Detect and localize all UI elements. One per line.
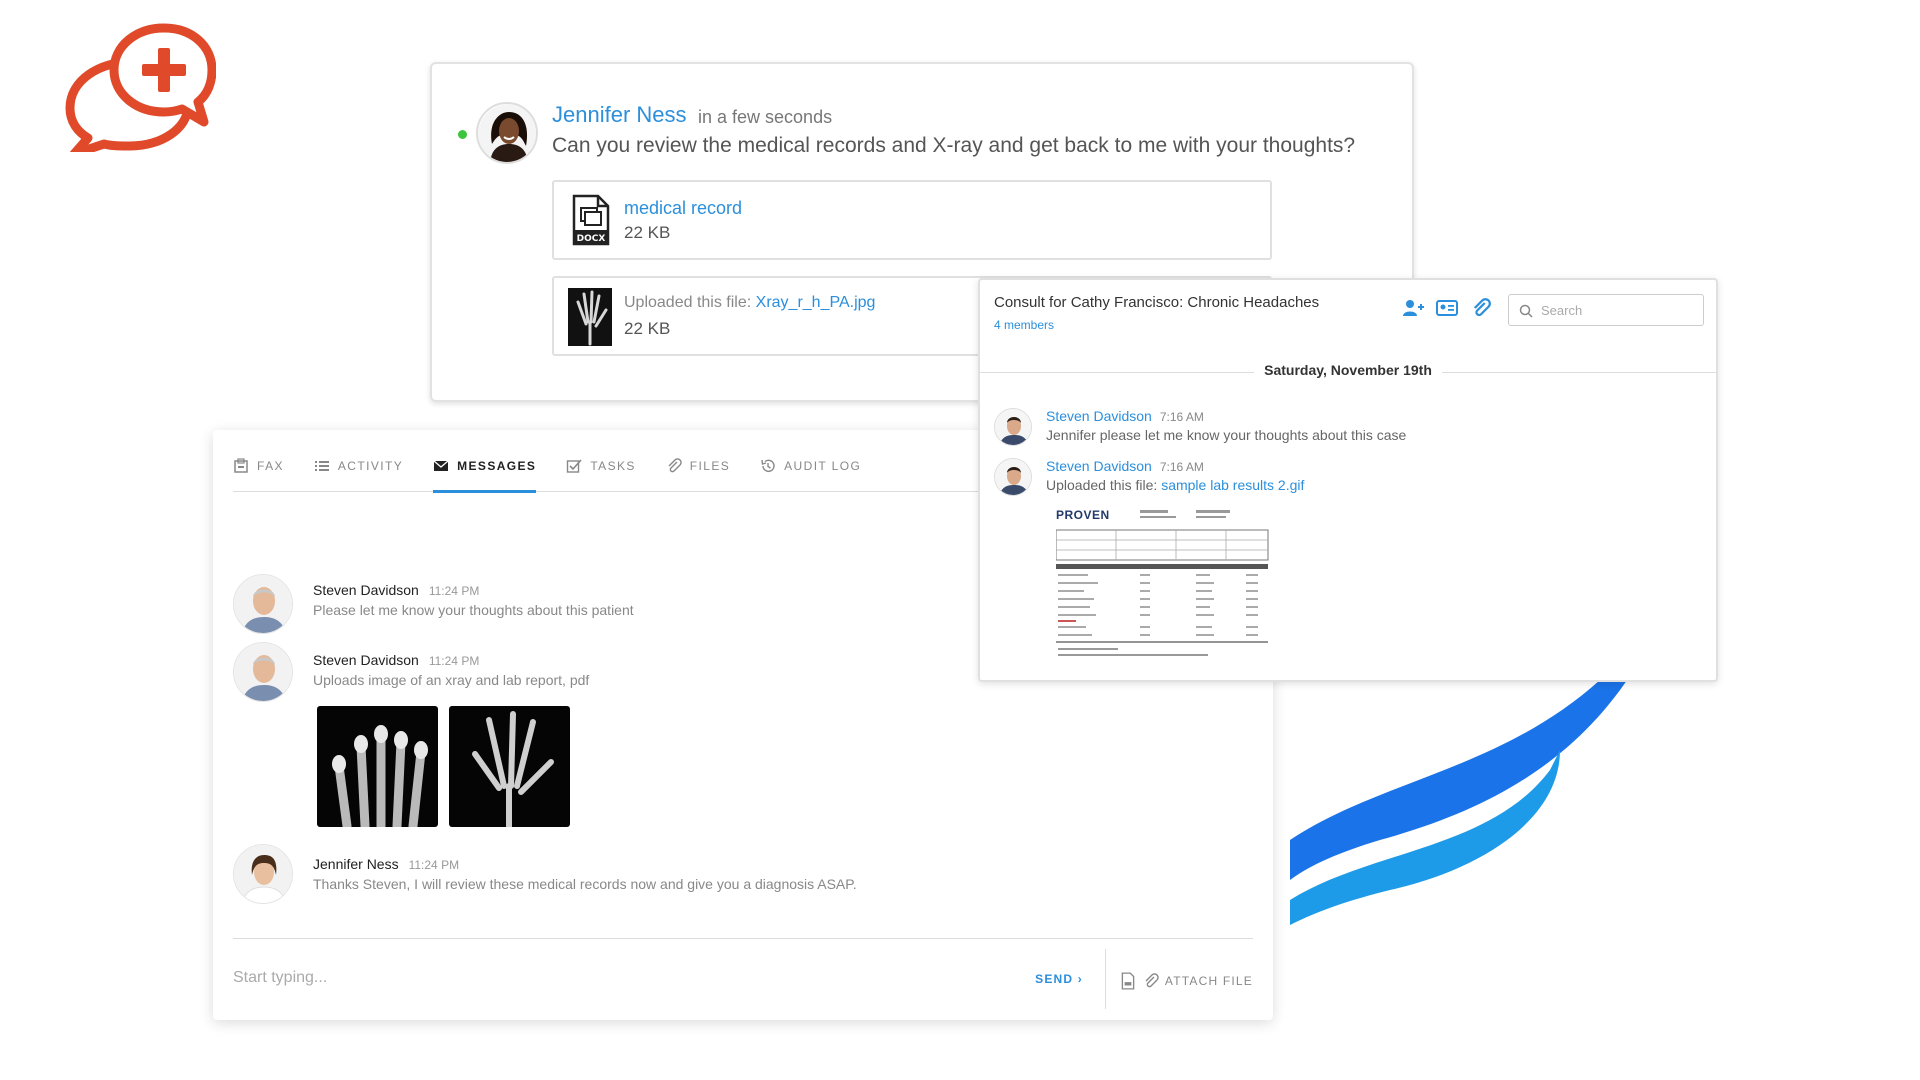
send-button[interactable]: SEND › (1035, 972, 1083, 986)
checkbox-icon (567, 459, 582, 473)
message-text: Uploads image of an xray and lab report,… (313, 672, 590, 688)
message-time: in a few seconds (698, 107, 833, 127)
xray-image-hand[interactable] (449, 706, 570, 827)
lab-report-image[interactable]: PROVEN (1056, 508, 1270, 660)
message-sender: Steven Davidson 11:24 PM (313, 652, 480, 668)
members-link[interactable]: 4 members (994, 318, 1054, 332)
search-box[interactable]: Search (1508, 294, 1704, 326)
divider (1105, 949, 1106, 1009)
message-text: Uploaded this file: sample lab results 2… (1046, 477, 1305, 493)
decorative-swoosh (1290, 660, 1640, 925)
docx-file-icon: DOCX (572, 194, 610, 246)
xray-thumbnail[interactable] (568, 288, 612, 346)
tab-audit-log[interactable]: AUDIT LOG (760, 430, 861, 492)
file-type-label: DOCX (577, 234, 606, 244)
tab-activity[interactable]: ACTIVITY (314, 430, 403, 492)
date-label: Saturday, November 19th (1254, 362, 1442, 378)
attachment-name[interactable]: medical record (624, 198, 742, 219)
attachment-size: 22 KB (624, 223, 671, 242)
tab-messages[interactable]: MESSAGES (433, 430, 537, 493)
tab-fax[interactable]: FAX (233, 430, 284, 492)
avatar[interactable] (994, 408, 1032, 446)
message-time: 11:24 PM (408, 858, 460, 872)
avatar[interactable] (233, 574, 293, 634)
add-user-icon[interactable] (1402, 298, 1424, 318)
consult-title: Consult for Cathy Francisco: Chronic Hea… (994, 294, 1320, 311)
consult-panel: Consult for Cathy Francisco: Chronic Hea… (978, 278, 1718, 682)
chat-plus-logo-icon (65, 23, 216, 152)
xray-image-foot[interactable] (317, 706, 438, 827)
paperclip-icon (668, 458, 682, 473)
upload-label: Uploaded this file: Xray_r_h_PA.jpg (624, 294, 876, 311)
chevron-right-icon: › (1077, 972, 1083, 986)
envelope-icon (433, 460, 449, 471)
message-input[interactable]: Start typing... (233, 969, 327, 987)
fax-icon (234, 458, 248, 473)
attachment-size: 22 KB (624, 319, 671, 338)
id-card-icon[interactable] (1436, 298, 1458, 318)
avatar[interactable] (233, 844, 293, 904)
message-text: Thanks Steven, I will review these medic… (313, 876, 857, 892)
message-sender[interactable]: Steven Davidson 7:16 AM (1046, 458, 1204, 474)
list-icon (314, 461, 329, 471)
tab-tasks[interactable]: TASKS (566, 430, 635, 492)
message-text: Can you review the medical records and X… (552, 134, 1356, 157)
message-composer: Start typing... SEND › ATTACH FILE (233, 938, 1253, 1020)
avatar[interactable] (994, 458, 1032, 496)
avatar[interactable] (233, 642, 293, 702)
attachment-link[interactable]: Xray_r_h_PA.jpg (756, 294, 876, 311)
history-icon (761, 459, 775, 472)
message-sender[interactable]: Steven Davidson 7:16 AM (1046, 408, 1204, 424)
avatar[interactable] (476, 102, 538, 164)
message-time: 11:24 PM (428, 654, 480, 668)
paperclip-icon (1145, 973, 1159, 988)
search-input[interactable]: Search (1541, 303, 1582, 318)
file-link[interactable]: sample lab results 2.gif (1161, 477, 1304, 493)
attachment-medical-record[interactable]: DOCX medical record 22 KB (552, 180, 1272, 260)
attach-file-button[interactable]: ATTACH FILE (1119, 972, 1253, 990)
online-status-dot (458, 130, 467, 139)
message-time: 7:16 AM (1159, 460, 1204, 474)
message-time: 11:24 PM (428, 584, 480, 598)
tab-files[interactable]: FILES (666, 430, 730, 492)
message-sender: Jennifer Ness 11:24 PM (313, 856, 460, 872)
sender-name[interactable]: Jennifer Ness (552, 102, 687, 128)
message-sender: Steven Davidson 11:24 PM (313, 582, 480, 598)
message-text: Jennifer please let me know your thought… (1046, 427, 1407, 443)
search-icon (1519, 304, 1533, 318)
message-text: Please let me know your thoughts about t… (313, 602, 634, 618)
paperclip-icon[interactable] (1470, 298, 1492, 318)
pdf-icon (1121, 972, 1135, 990)
message-time: 7:16 AM (1159, 410, 1204, 424)
